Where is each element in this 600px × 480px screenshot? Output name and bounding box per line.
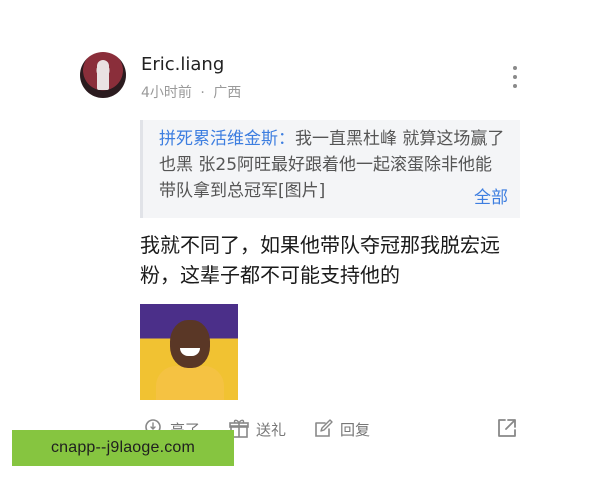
comment-image[interactable] xyxy=(140,304,238,400)
gift-button[interactable]: 送礼 xyxy=(228,418,286,440)
gift-label: 送礼 xyxy=(256,420,287,439)
time-ago: 4小时前 xyxy=(141,85,192,101)
share-button[interactable] xyxy=(495,416,519,444)
edit-icon xyxy=(315,419,333,437)
quoted-comment[interactable]: 拼死累活维金斯：我一直黑杜峰 就算这场赢了也黑 张25阿旺最好跟着他一起滚蛋除非… xyxy=(140,120,520,218)
reply-button[interactable]: 回复 xyxy=(312,418,370,440)
reply-label: 回复 xyxy=(340,420,371,439)
expand-quote-link[interactable]: 全部 xyxy=(474,183,508,208)
comment-meta: 4小时前 · 广西 xyxy=(141,82,241,102)
share-icon xyxy=(498,419,516,437)
more-options-icon[interactable] xyxy=(508,66,522,88)
watermark-banner: cnapp--j9laoge.com xyxy=(12,430,234,466)
image-face xyxy=(170,320,210,368)
quote-content: 拼死累活维金斯：我一直黑杜峰 就算这场赢了也黑 张25阿旺最好跟着他一起滚蛋除非… xyxy=(159,126,509,204)
avatar-figure xyxy=(97,60,109,90)
username[interactable]: Eric.liang xyxy=(141,54,224,75)
watermark-text: cnapp--j9laoge.com xyxy=(50,439,196,456)
image-shirt xyxy=(156,366,224,400)
comment-body: 我就不同了，如果他带队夺冠那我脱宏远粉，这辈子都不可能支持他的 xyxy=(140,233,500,287)
avatar[interactable] xyxy=(80,52,126,98)
meta-separator: · xyxy=(200,85,205,101)
quote-author[interactable]: 拼死累活维金斯： xyxy=(159,129,295,149)
location: 广西 xyxy=(213,85,242,101)
